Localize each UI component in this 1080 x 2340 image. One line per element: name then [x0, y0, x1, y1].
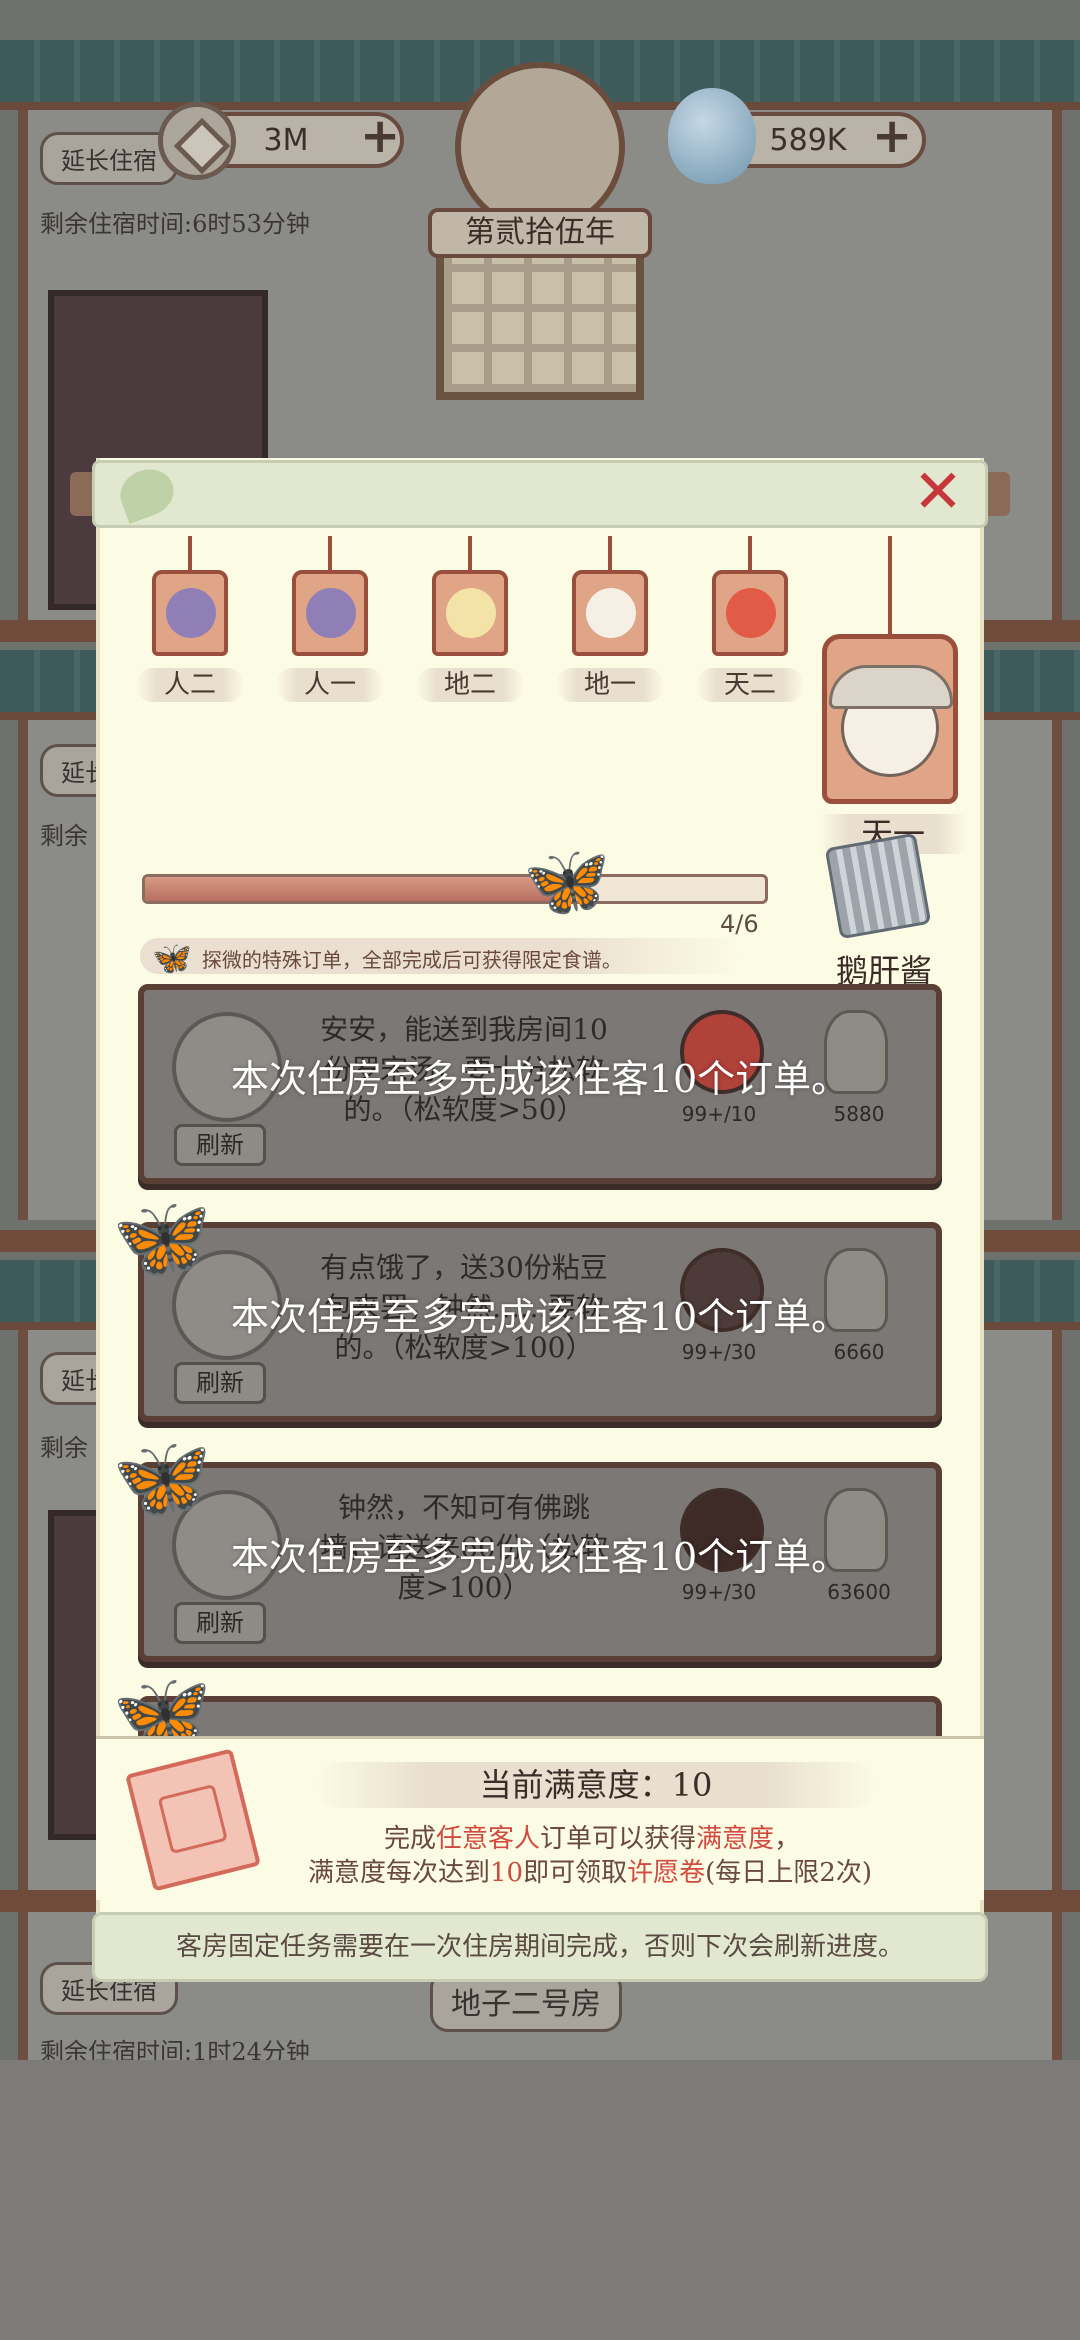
- ticket-portrait: [157, 1783, 228, 1855]
- panel-header-scroll: [92, 460, 988, 528]
- guest-tag-label: 天二: [696, 668, 804, 702]
- stay-timer: 剩余: [40, 1434, 88, 1462]
- coin-amount: 3M: [263, 122, 309, 158]
- year-banner: 第贰拾伍年: [428, 208, 652, 258]
- spirit-amount: 589K: [769, 122, 847, 158]
- butterfly-icon: 🦋: [112, 1191, 212, 1284]
- recipe-scroll-icon[interactable]: [824, 832, 932, 940]
- order-card: 安安，能送到我房间10份罗宋汤，要十分松软的。（松软度>50） 刷新 99+/10 5…: [138, 984, 942, 1184]
- order-card: 有点饿了，送30份粘豆包来罢，钟然……要软的。（松软度>100） 刷新 99+/30…: [138, 1222, 942, 1422]
- order-card: 钟然，不知可有佛跳墙，请送来60份（松软度>100） 刷新 99+/30 63600 本…: [138, 1462, 942, 1662]
- butterfly-icon: 🦋: [112, 1431, 212, 1524]
- order-progress-fill: [145, 877, 559, 901]
- order-limit-overlay: 本次住房至多完成该住客10个订单。: [230, 1534, 850, 1579]
- guest-tag-1[interactable]: [152, 570, 228, 656]
- tag-string: [608, 536, 612, 572]
- guest-tag-3[interactable]: [432, 570, 508, 656]
- guest-tag-label: 人二: [136, 668, 244, 702]
- spirit-drop-icon: [668, 88, 756, 184]
- guest-tag-label: 地二: [416, 668, 524, 702]
- butterfly-icon: 🦋: [152, 939, 192, 977]
- bottom-empty-area: [0, 2060, 1080, 2340]
- stay-timer: 剩余住宿时间:6时53分钟: [40, 210, 310, 238]
- butterfly-progress-icon: 🦋: [523, 840, 611, 922]
- guest-tag-4[interactable]: [572, 570, 648, 656]
- order-limit-overlay: 本次住房至多完成该住客10个订单。: [230, 1294, 850, 1339]
- tag-string: [748, 536, 752, 572]
- guest-avatar: [166, 588, 216, 638]
- add-spirit-button[interactable]: +: [872, 112, 912, 160]
- stay-timer: 剩余: [40, 822, 88, 850]
- tag-string: [188, 536, 192, 572]
- guest-avatar: [306, 588, 356, 638]
- inn-emblem-icon: [455, 62, 625, 232]
- guest-avatar: [446, 588, 496, 638]
- room-task-notice: 客房固定任务需要在一次住房期间完成，否则下次会刷新进度。: [92, 1912, 988, 1982]
- hint-text: 探微的特殊订单，全部完成后可获得限定食谱。: [201, 947, 622, 972]
- guest-avatar: [726, 588, 776, 638]
- tag-string: [468, 536, 472, 572]
- guest-tag-2[interactable]: [292, 570, 368, 656]
- stay-timer: 剩余住宿时间:1时24分钟: [40, 2038, 310, 2060]
- satisfaction-rule-line1: 完成任意客人订单可以获得满意度，: [384, 1824, 801, 1854]
- guest-tag-label: 人一: [276, 668, 384, 702]
- satisfaction-title: 当前满意度：10: [316, 1762, 876, 1808]
- featured-guest-tag[interactable]: [822, 634, 958, 804]
- straw-hat-icon: [829, 665, 953, 709]
- tag-string: [328, 536, 332, 572]
- satisfaction-rule-line2: 满意度每次达到10即可领取许愿卷(每日上限2次): [308, 1858, 872, 1888]
- guest-avatar: [586, 588, 636, 638]
- close-button[interactable]: ✕: [910, 462, 966, 522]
- special-order-hint: 🦋 探微的特殊订单，全部完成后可获得限定食谱。: [152, 939, 622, 977]
- coin-icon: [158, 102, 236, 180]
- guest-tag-label: 地一: [556, 668, 664, 702]
- guest-tag-5[interactable]: [712, 570, 788, 656]
- tag-string: [888, 536, 892, 636]
- add-coins-button[interactable]: +: [360, 112, 400, 160]
- progress-count: 4/6: [720, 910, 759, 938]
- order-limit-overlay: 本次住房至多完成该住客10个订单。: [230, 1056, 850, 1101]
- order-progress-bar: [142, 874, 768, 904]
